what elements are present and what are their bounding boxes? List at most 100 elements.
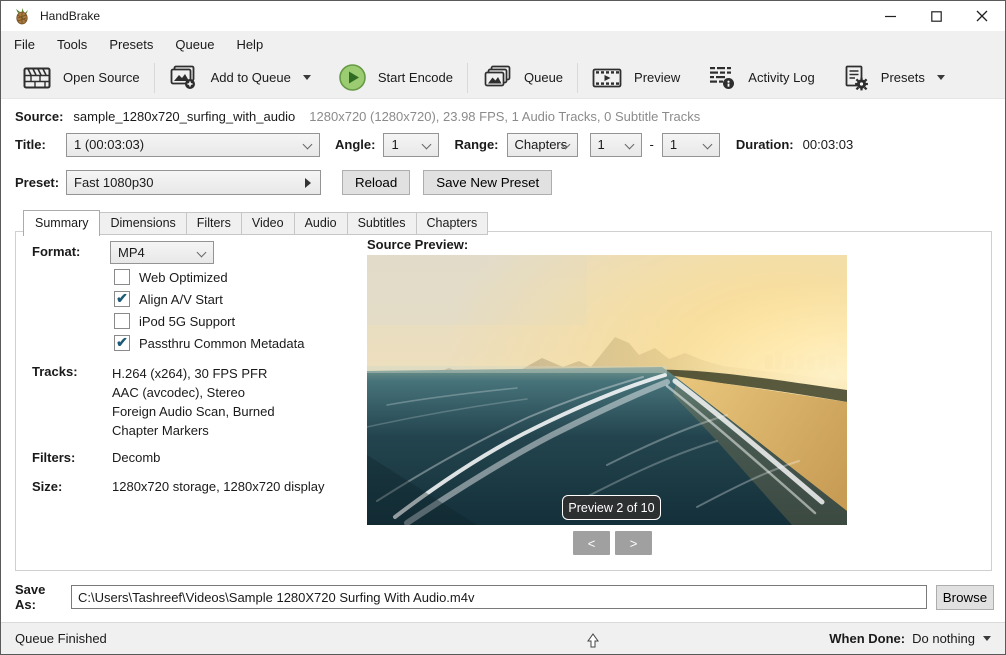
web-optimized-checkbox[interactable]: ✔ — [114, 269, 130, 285]
source-label: Source: — [15, 109, 63, 124]
save-as-row: Save As: Browse — [15, 582, 994, 612]
add-to-queue-dropdown-icon[interactable] — [303, 75, 311, 80]
tab-summary[interactable]: Summary — [23, 210, 100, 236]
start-encode-play-icon — [339, 64, 366, 91]
presets-gear-icon — [843, 65, 869, 91]
tracks-list: H.264 (x264), 30 FPS PFR AAC (avcodec), … — [112, 364, 275, 440]
filters-value: Decomb — [112, 450, 160, 465]
range-to-select[interactable]: 1 — [662, 133, 720, 157]
chevron-down-icon — [983, 636, 991, 641]
check-icon: ✔ — [116, 291, 128, 305]
source-preview-heading: Source Preview: — [367, 237, 468, 252]
range-type-select[interactable]: Chapters — [507, 133, 578, 157]
tab-audio[interactable]: Audio — [295, 212, 348, 235]
tab-subtitles[interactable]: Subtitles — [348, 212, 417, 235]
save-as-label: Save As: — [15, 582, 68, 612]
add-to-queue-icon — [169, 65, 199, 91]
window-title: HandBrake — [40, 9, 100, 23]
queue-stack-icon — [482, 65, 512, 91]
menu-file[interactable]: File — [3, 33, 46, 56]
clapperboard-icon — [23, 66, 51, 90]
preview-next-button[interactable]: > — [615, 531, 652, 555]
when-done-control[interactable]: When Done: Do nothing — [829, 631, 991, 646]
range-from-select[interactable]: 1 — [590, 133, 642, 157]
preview-button[interactable]: Preview — [578, 57, 694, 98]
format-select[interactable]: MP4 — [110, 241, 214, 264]
range-dash: - — [650, 137, 654, 152]
window-controls — [867, 1, 1005, 31]
title-row: Title: 1 (00:03:03) Angle: 1 Range: Chap… — [15, 132, 853, 157]
align-av-start-label: Align A/V Start — [139, 292, 223, 307]
activity-log-button[interactable]: Activity Log — [694, 57, 828, 98]
chevron-down-icon — [197, 248, 207, 258]
tab-chapters[interactable]: Chapters — [417, 212, 489, 235]
chevron-down-icon — [303, 139, 313, 149]
title-select-value: 1 (00:03:03) — [74, 137, 144, 152]
save-new-preset-button[interactable]: Save New Preset — [423, 170, 552, 195]
title-label: Title: — [15, 137, 66, 152]
maximize-icon — [931, 11, 942, 22]
open-source-label: Open Source — [63, 70, 140, 85]
track-chapters: Chapter Markers — [112, 421, 275, 440]
size-label: Size: — [32, 479, 62, 494]
preview-prev-button[interactable]: < — [573, 531, 610, 555]
passthru-metadata-option: ✔ Passthru Common Metadata — [114, 334, 304, 352]
queue-button[interactable]: Queue — [468, 57, 577, 98]
close-button[interactable] — [959, 1, 1005, 31]
menu-tools[interactable]: Tools — [46, 33, 98, 56]
chevron-down-icon — [702, 139, 712, 149]
minimize-button[interactable] — [867, 1, 913, 31]
tab-filters[interactable]: Filters — [187, 212, 242, 235]
tab-dimensions[interactable]: Dimensions — [100, 212, 186, 235]
format-select-value: MP4 — [118, 245, 145, 260]
menu-presets[interactable]: Presets — [98, 33, 164, 56]
source-info-row: Source: sample_1280x720_surfing_with_aud… — [15, 109, 700, 124]
queue-label: Queue — [524, 70, 563, 85]
add-to-queue-button[interactable]: Add to Queue — [155, 57, 325, 98]
chevron-down-icon — [624, 139, 634, 149]
handbrake-window: HandBrake File Tools Presets Queue Help — [0, 0, 1006, 655]
source-filename: sample_1280x720_surfing_with_audio — [73, 109, 295, 124]
web-optimized-option: ✔ Web Optimized — [114, 268, 228, 286]
presets-dropdown-icon[interactable] — [937, 75, 945, 80]
duration-value: 00:03:03 — [803, 137, 854, 152]
duration-label: Duration: — [736, 137, 794, 152]
source-details: 1280x720 (1280x720), 23.98 FPS, 1 Audio … — [309, 109, 700, 124]
close-icon — [976, 10, 988, 22]
passthru-metadata-checkbox[interactable]: ✔ — [114, 335, 130, 351]
track-audio: AAC (avcodec), Stereo — [112, 383, 275, 402]
range-type-value: Chapters — [515, 137, 568, 152]
track-video: H.264 (x264), 30 FPS PFR — [112, 364, 275, 383]
filters-label: Filters: — [32, 450, 75, 465]
ipod-5g-label: iPod 5G Support — [139, 314, 235, 329]
status-text: Queue Finished — [15, 631, 107, 646]
align-av-start-checkbox[interactable]: ✔ — [114, 291, 130, 307]
activity-log-label: Activity Log — [748, 70, 814, 85]
menu-help[interactable]: Help — [225, 33, 274, 56]
reload-button[interactable]: Reload — [342, 170, 410, 195]
preset-select[interactable]: Fast 1080p30 — [66, 170, 321, 195]
menu-bar: File Tools Presets Queue Help — [1, 31, 1005, 57]
maximize-button[interactable] — [913, 1, 959, 31]
title-select[interactable]: 1 (00:03:03) — [66, 133, 320, 157]
source-preview-image — [367, 255, 847, 525]
track-subtitle: Foreign Audio Scan, Burned — [112, 402, 275, 421]
menu-queue[interactable]: Queue — [164, 33, 225, 56]
tab-video[interactable]: Video — [242, 212, 295, 235]
browse-button[interactable]: Browse — [936, 585, 994, 610]
filmstrip-play-icon — [592, 66, 622, 90]
ipod-5g-checkbox[interactable]: ✔ — [114, 313, 130, 329]
range-label: Range: — [454, 137, 498, 152]
save-as-input[interactable] — [71, 585, 927, 609]
tab-bar: Summary Dimensions Filters Video Audio S… — [23, 210, 488, 235]
start-encode-button[interactable]: Start Encode — [325, 57, 467, 98]
open-source-button[interactable]: Open Source — [9, 57, 154, 98]
when-done-value: Do nothing — [912, 631, 975, 646]
handbrake-logo-icon — [13, 7, 31, 25]
activity-log-icon — [708, 65, 736, 91]
presets-button[interactable]: Presets — [829, 57, 959, 98]
angle-select[interactable]: 1 — [383, 133, 439, 157]
status-bar: Queue Finished When Done: Do nothing — [1, 622, 1005, 654]
passthru-metadata-label: Passthru Common Metadata — [139, 336, 304, 351]
mouse-cursor — [586, 632, 600, 650]
